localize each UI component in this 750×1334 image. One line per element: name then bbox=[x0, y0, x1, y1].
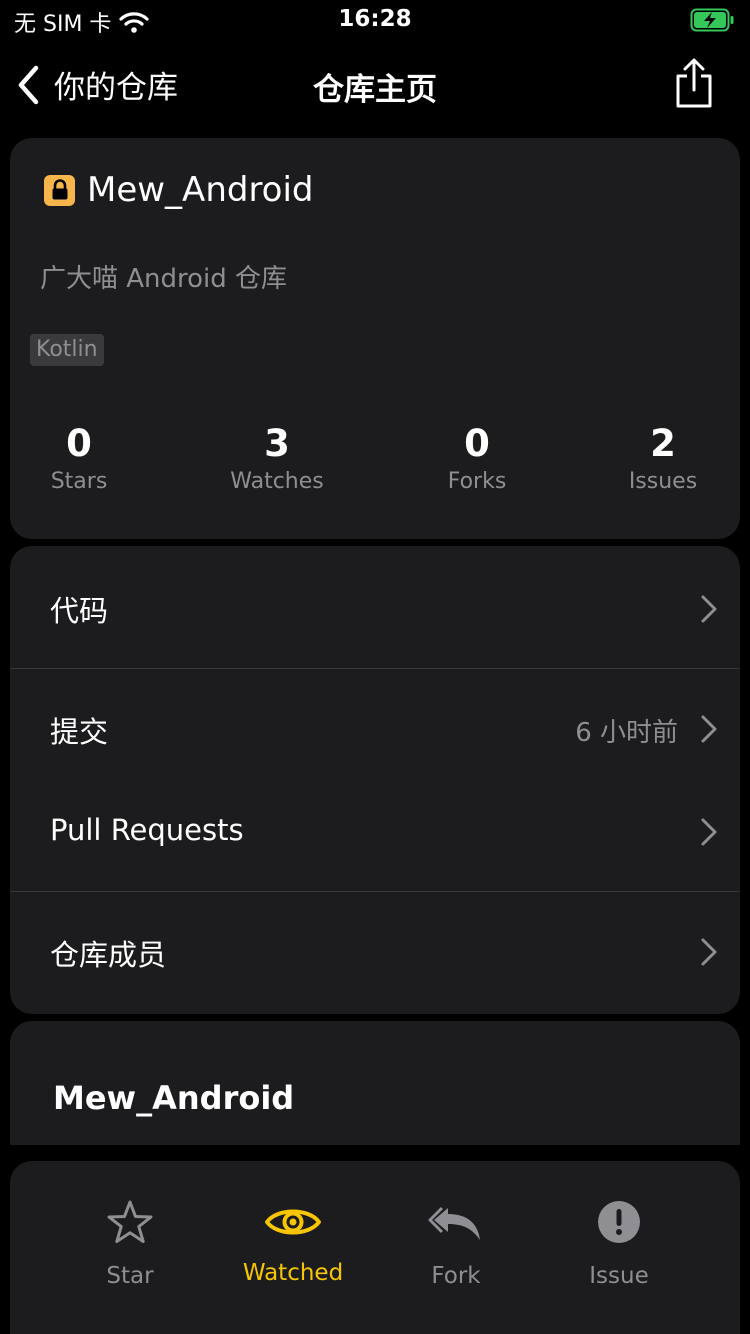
chevron-right-icon bbox=[701, 818, 717, 846]
star-button[interactable]: Star bbox=[45, 1197, 215, 1289]
stat-value: 3 bbox=[264, 422, 290, 465]
eye-icon bbox=[265, 1209, 321, 1235]
tab-label: Fork bbox=[431, 1263, 481, 1289]
stat-value: 0 bbox=[464, 422, 490, 465]
menu-item-label: 提交 bbox=[50, 715, 109, 749]
battery-icon bbox=[690, 8, 736, 36]
issue-button[interactable]: Issue bbox=[534, 1197, 704, 1289]
share-button[interactable] bbox=[674, 58, 714, 114]
stat-watches[interactable]: 3 Watches bbox=[197, 422, 357, 494]
repo-name: Mew_Android bbox=[87, 170, 314, 210]
stat-value: 0 bbox=[66, 422, 92, 465]
stat-forks[interactable]: 0 Forks bbox=[397, 422, 557, 494]
chevron-right-icon bbox=[701, 595, 717, 623]
menu-item-label: 代码 bbox=[50, 594, 109, 628]
star-icon bbox=[107, 1200, 153, 1243]
menu-item-commits[interactable]: 提交 6 小时前 bbox=[10, 669, 740, 769]
share-icon bbox=[676, 58, 712, 108]
status-bar: 无 SIM 卡 16:28 bbox=[0, 0, 750, 40]
stat-issues[interactable]: 2 Issues bbox=[583, 422, 743, 494]
stat-label: Stars bbox=[50, 469, 108, 494]
menu-item-label: Pull Requests bbox=[50, 813, 244, 847]
chevron-right-icon bbox=[701, 715, 717, 743]
tab-label: Watched bbox=[242, 1260, 344, 1286]
stat-label: Watches bbox=[230, 469, 324, 494]
readme-title: Mew_Android bbox=[53, 1079, 295, 1117]
repo-description: 广大喵 Android 仓库 bbox=[40, 264, 288, 294]
lock-icon bbox=[44, 174, 75, 206]
fork-button[interactable]: Fork bbox=[371, 1197, 541, 1289]
tab-label: Issue bbox=[589, 1263, 649, 1289]
navigation-bar: 你的仓库 仓库主页 bbox=[0, 48, 750, 120]
stat-label: Forks bbox=[447, 469, 507, 494]
action-tab-bar: Star Watched Fork Issue bbox=[10, 1161, 740, 1334]
stat-value: 2 bbox=[650, 422, 676, 465]
chevron-right-icon bbox=[701, 938, 717, 966]
repo-info-card: Mew_Android 广大喵 Android 仓库 Kotlin 0 Star… bbox=[10, 138, 740, 539]
exclamation-icon bbox=[598, 1201, 640, 1243]
readme-card: Mew_Android bbox=[10, 1021, 740, 1145]
status-time: 16:28 bbox=[338, 6, 412, 32]
menu-item-code[interactable]: 代码 bbox=[10, 546, 740, 668]
page-title: 仓库主页 bbox=[313, 72, 437, 108]
menu-item-members[interactable]: 仓库成员 bbox=[10, 892, 740, 1014]
tab-label: Star bbox=[106, 1263, 154, 1289]
last-commit-time: 6 小时前 bbox=[575, 718, 678, 748]
repo-menu-card: 代码 提交 6 小时前 Pull Requests 仓库成员 bbox=[10, 546, 740, 1014]
fork-reply-icon bbox=[428, 1206, 480, 1240]
language-tag: Kotlin bbox=[30, 334, 104, 366]
stat-label: Issues bbox=[628, 469, 698, 494]
repo-name-row: Mew_Android bbox=[44, 170, 314, 210]
stat-stars[interactable]: 0 Stars bbox=[0, 422, 159, 494]
menu-item-pull-requests[interactable]: Pull Requests bbox=[10, 769, 740, 891]
watch-button[interactable]: Watched bbox=[208, 1197, 378, 1286]
menu-item-label: 仓库成员 bbox=[50, 938, 167, 972]
